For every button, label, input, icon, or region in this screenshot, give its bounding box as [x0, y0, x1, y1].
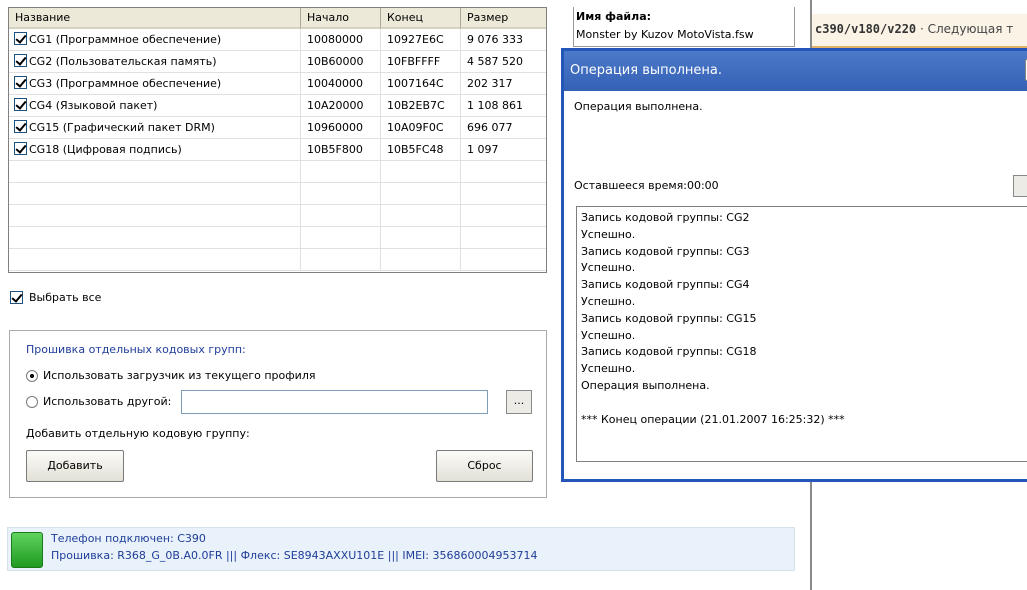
select-all-checkbox[interactable]: [10, 291, 23, 304]
row-size: 696 077: [467, 121, 513, 134]
table-header: Название Начало Конец Размер: [9, 8, 546, 29]
empty-row: [9, 249, 546, 271]
empty-row: [9, 205, 546, 227]
dialog-title[interactable]: Операция выполнена.: [564, 51, 1027, 91]
operation-dialog: Операция выполнена. Операция выполнена. …: [561, 48, 1027, 482]
row-end: 10FBFFFF: [381, 51, 461, 73]
table-body: CG1 (Программное обеспечение) 10080000 1…: [9, 29, 546, 271]
add-group-label: Добавить отдельную кодовую группу:: [26, 427, 250, 440]
firmware-info-text: Прошивка: R368_G_0B.A0.0FR ||| Флекс: SE…: [51, 549, 538, 562]
radio-label: Использовать загрузчик из текущего профи…: [43, 369, 316, 382]
table-row[interactable]: CG1 (Программное обеспечение) 10080000 1…: [9, 29, 546, 51]
radio-button[interactable]: [26, 395, 38, 408]
row-checkbox[interactable]: [14, 120, 27, 133]
row-name: CG18 (Цифровая подпись): [29, 143, 182, 156]
log-line: Успешно.: [581, 294, 636, 308]
row-start: 10040000: [301, 73, 381, 95]
table-row[interactable]: CG15 (Графический пакет DRM) 10960000 10…: [9, 117, 546, 139]
column-header-name[interactable]: Название: [9, 8, 301, 29]
log-line: Запись кодовой группы: CG18: [581, 345, 757, 359]
row-name: CG4 (Языковой пакет): [29, 99, 158, 112]
row-start: 10A20000: [301, 95, 381, 117]
select-all-label: Выбрать все: [29, 291, 102, 304]
radio-use-profile-loader[interactable]: Использовать загрузчик из текущего профи…: [26, 369, 315, 382]
row-end: 10927E6C: [381, 29, 461, 51]
banner-text: c390/v180/v220 · Следующая т: [815, 22, 1013, 36]
row-size: 1 108 861: [467, 99, 523, 112]
dialog-body: Операция выполнена. Оставшееся время:00:…: [564, 91, 1027, 479]
log-line: Запись кодовой группы: CG3: [581, 244, 750, 258]
radio-label: Использовать другой:: [43, 395, 172, 408]
row-size: 9 076 333: [467, 33, 523, 46]
column-header-size[interactable]: Размер: [461, 8, 546, 29]
log-line: Запись кодовой группы: CG15: [581, 311, 757, 325]
log-line: Операция выполнена.: [581, 378, 710, 392]
row-size: 202 317: [467, 77, 513, 90]
group-title: Прошивка отдельных кодовых групп:: [26, 343, 246, 356]
row-end: 1007164C: [381, 73, 461, 95]
single-group-flash-box: Прошивка отдельных кодовых групп: Исполь…: [9, 330, 547, 498]
row-start: 10B5F800: [301, 139, 381, 161]
table-row[interactable]: CG4 (Языковой пакет) 10A20000 10B2EB7C 1…: [9, 95, 546, 117]
row-checkbox[interactable]: [14, 98, 27, 111]
log-line: *** Конец операции (21.01.2007 16:25:32)…: [581, 412, 845, 426]
row-name: CG15 (Графический пакет DRM): [29, 121, 215, 134]
row-checkbox[interactable]: [14, 76, 27, 89]
row-start: 10960000: [301, 117, 381, 139]
time-remaining: Оставшееся время:00:00: [574, 179, 719, 192]
table-row[interactable]: CG3 (Программное обеспечение) 10040000 1…: [9, 73, 546, 95]
log-line: Запись кодовой группы: CG2: [581, 211, 750, 224]
row-end: 10B5FC48: [381, 139, 461, 161]
row-size: 4 587 520: [467, 55, 523, 68]
row-name: CG1 (Программное обеспечение): [29, 33, 222, 46]
add-button[interactable]: Добавить: [26, 450, 124, 482]
reset-button[interactable]: Сброс: [436, 450, 533, 482]
radio-use-other-loader[interactable]: Использовать другой:: [26, 395, 171, 408]
table-row[interactable]: CG2 (Пользовательская память) 10B60000 1…: [9, 51, 546, 73]
file-name-label: Имя файла:: [576, 10, 652, 23]
radio-button[interactable]: [26, 369, 38, 382]
phone-status-bar: Телефон подключен: C390 Прошивка: R368_G…: [7, 527, 795, 571]
empty-row: [9, 227, 546, 249]
browse-button[interactable]: ...: [506, 390, 532, 414]
row-start: 10B60000: [301, 51, 381, 73]
row-checkbox[interactable]: [14, 54, 27, 67]
row-checkbox[interactable]: [14, 142, 27, 155]
banner-code: c390/v180/v220: [815, 22, 917, 36]
log-line: Запись кодовой группы: CG4: [581, 278, 750, 292]
log-line: Успешно.: [581, 227, 636, 241]
operation-log[interactable]: Запись кодовой группы: CG2 Успешно. Запи…: [576, 206, 1027, 462]
select-all[interactable]: Выбрать все: [10, 291, 101, 304]
loader-path-input[interactable]: [181, 390, 488, 414]
empty-row: [9, 161, 546, 183]
log-line: Успешно.: [581, 328, 636, 342]
row-end: 10B2EB7C: [381, 95, 461, 117]
row-start: 10080000: [301, 29, 381, 51]
phone-connected-text: Телефон подключен: C390: [51, 532, 206, 545]
row-size: 1 097: [467, 143, 499, 156]
banner-link[interactable]: · Следующая т: [916, 22, 1013, 36]
column-header-start[interactable]: Начало: [301, 8, 381, 29]
log-line: Успешно.: [581, 261, 636, 275]
file-name-value: Monster by Kuzov MotoVista.fsw: [576, 28, 754, 41]
file-info-box: Имя файла: Monster by Kuzov MotoVista.fs…: [573, 7, 795, 47]
log-line: Успешно.: [581, 362, 636, 376]
row-end: 10A09F0C: [381, 117, 461, 139]
row-name: CG2 (Пользовательская память): [29, 55, 217, 68]
dialog-button[interactable]: [1013, 175, 1027, 197]
row-checkbox[interactable]: [14, 32, 27, 45]
empty-row: [9, 183, 546, 205]
code-group-table: Название Начало Конец Размер CG1 (Програ…: [8, 7, 547, 273]
column-header-end[interactable]: Конец: [381, 8, 461, 29]
dialog-message: Операция выполнена.: [574, 100, 703, 113]
table-row[interactable]: CG18 (Цифровая подпись) 10B5F800 10B5FC4…: [9, 139, 546, 161]
connected-led-icon: [11, 532, 43, 568]
row-name: CG3 (Программное обеспечение): [29, 77, 222, 90]
